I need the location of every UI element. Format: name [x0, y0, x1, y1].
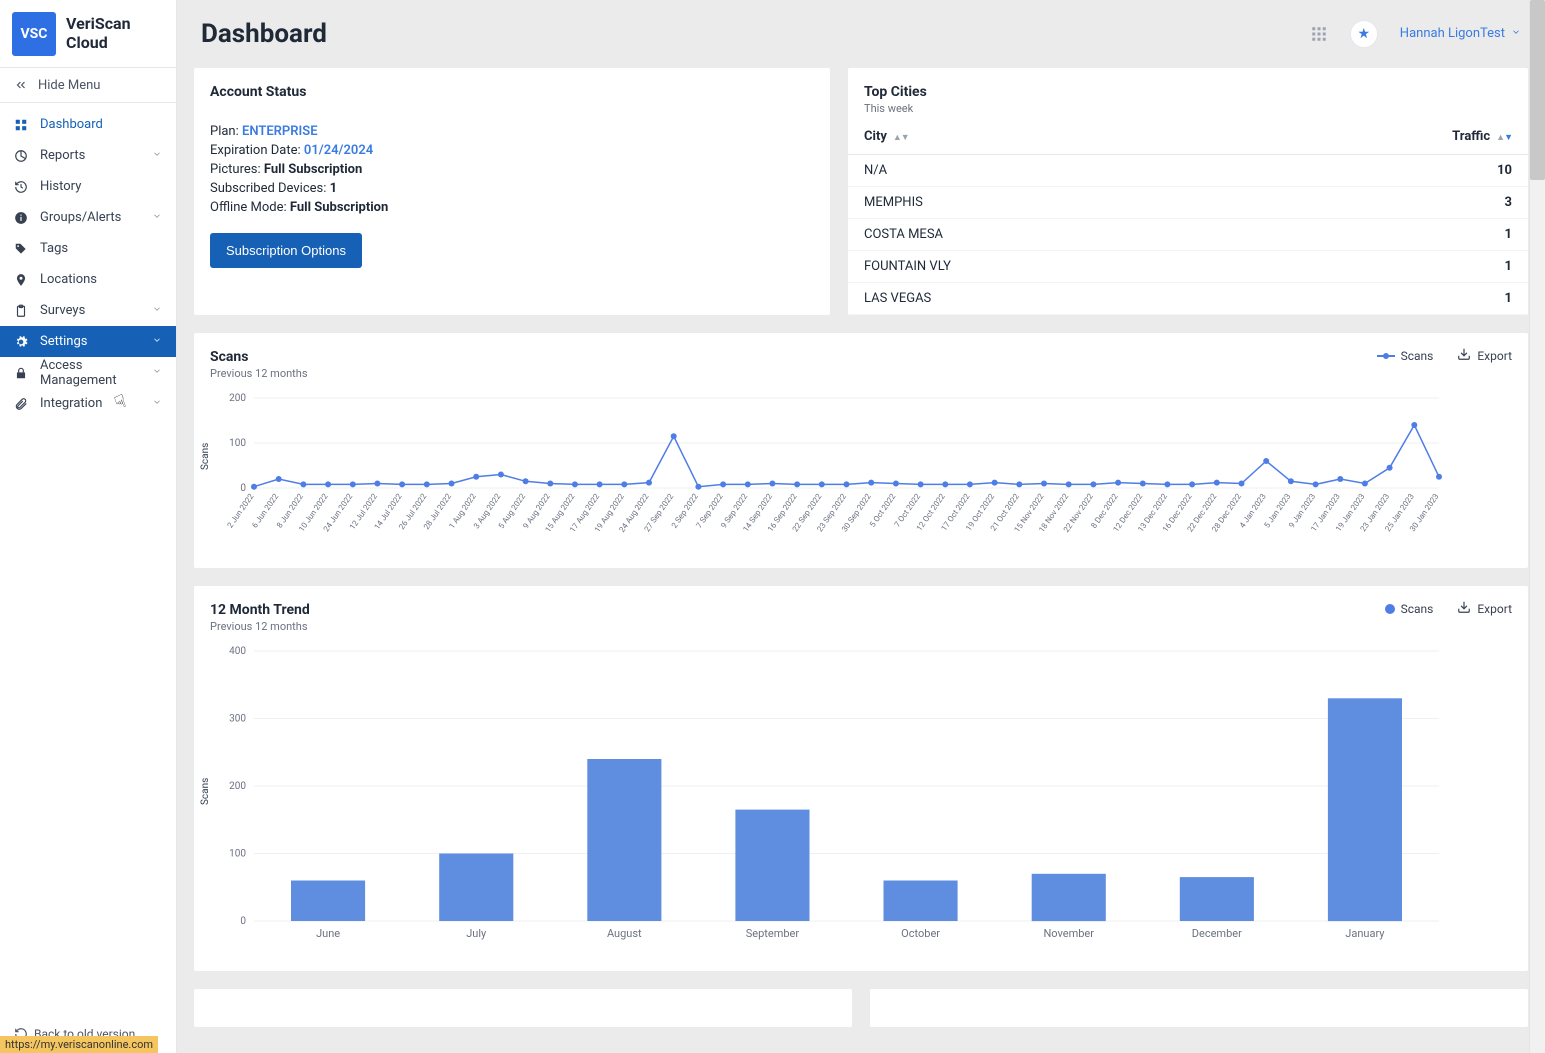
sidebar-item-reports[interactable]: Reports: [0, 140, 176, 171]
sidebar-item-label: History: [40, 179, 81, 194]
sidebar-item-settings[interactable]: Settings: [0, 326, 176, 357]
table-row[interactable]: COSTA MESA1: [848, 219, 1528, 251]
sort-icon: ▲▼: [893, 133, 909, 143]
chevron-down-icon: [152, 303, 162, 318]
plan-value[interactable]: ENTERPRISE: [242, 124, 318, 139]
y-axis-label: Scans: [200, 778, 211, 805]
sidebar-item-tags[interactable]: Tags: [0, 233, 176, 264]
tag-icon: [14, 242, 28, 256]
legend-scans: Scans: [1377, 349, 1434, 363]
y-axis-label: Scans: [200, 443, 211, 470]
chevrons-left-icon: [14, 78, 28, 92]
svg-text:September: September: [746, 927, 800, 940]
logo-badge: VSC: [12, 12, 56, 56]
svg-text:June: June: [316, 927, 340, 940]
status-url: https://my.veriscanonline.com: [0, 1036, 158, 1053]
sidebar-item-locations[interactable]: Locations: [0, 264, 176, 295]
export-button[interactable]: Export: [1457, 600, 1512, 617]
chevron-down-icon: [152, 148, 162, 163]
chevron-down-icon: [152, 334, 162, 349]
star-button[interactable]: ★: [1350, 20, 1378, 48]
sort-icon: ▲▼: [1496, 133, 1512, 143]
sidebar-item-dashboard[interactable]: Dashboard: [0, 109, 176, 140]
top-cities-card: Top Cities This week City▲▼ Traffic▲▼ N/…: [847, 67, 1529, 316]
logo-text: VeriScan Cloud: [66, 15, 131, 52]
svg-text:400: 400: [229, 646, 246, 657]
lock-icon: [14, 366, 28, 380]
sidebar-item-label: Surveys: [40, 303, 85, 318]
page-title: Dashboard: [201, 19, 327, 49]
table-row[interactable]: N/A10: [848, 155, 1528, 187]
svg-text:August: August: [607, 927, 642, 940]
table-row[interactable]: FOUNTAIN VLY1: [848, 251, 1528, 283]
chevron-down-icon: [152, 210, 162, 225]
bottom-card-right: [869, 988, 1529, 1028]
legend-scans: Scans: [1385, 602, 1434, 616]
content: Dashboard ★ Hannah LigonTest Account Sta…: [177, 0, 1545, 1053]
chevron-down-icon: [152, 396, 162, 411]
svg-text:100: 100: [229, 849, 246, 860]
chevron-down-icon: [152, 365, 162, 380]
chevron-down-icon: [1511, 26, 1521, 41]
sidebar: VSC VeriScan Cloud Hide Menu Dashboard Re…: [0, 0, 177, 1053]
sidebar-item-label: Reports: [40, 148, 85, 163]
svg-text:December: December: [1192, 927, 1242, 940]
chart-icon: [14, 149, 28, 163]
svg-text:July: July: [466, 927, 487, 940]
sidebar-item-access-management[interactable]: Access Management: [0, 357, 176, 388]
expiration-value[interactable]: 01/24/2024: [304, 143, 373, 158]
user-menu[interactable]: Hannah LigonTest: [1400, 26, 1521, 41]
bottom-card-left: [193, 988, 853, 1028]
sidebar-item-label: Locations: [40, 272, 97, 287]
trend-chart: 0 100 200 300 400 June July August September Octo…: [214, 641, 1449, 951]
sidebar-item-label: Tags: [40, 241, 68, 256]
svg-text:200: 200: [229, 393, 246, 404]
sidebar-item-integration[interactable]: Integration: [0, 388, 176, 419]
sidebar-item-surveys[interactable]: Surveys: [0, 295, 176, 326]
table-row[interactable]: LAS VEGAS1: [848, 283, 1528, 315]
sidebar-item-label: Settings: [40, 334, 87, 349]
sidebar-item-history[interactable]: History: [0, 171, 176, 202]
sidebar-item-label: Integration: [40, 396, 102, 411]
col-traffic[interactable]: Traffic▲▼: [1232, 119, 1528, 155]
history-icon: [14, 180, 28, 194]
svg-text:200: 200: [229, 781, 246, 792]
svg-text:November: November: [1043, 927, 1094, 940]
info-icon: [14, 211, 28, 225]
svg-text:October: October: [901, 927, 940, 940]
svg-text:100: 100: [229, 438, 246, 449]
table-row[interactable]: MEMPHIS3: [848, 187, 1528, 219]
download-icon: [1457, 347, 1471, 364]
export-button[interactable]: Export: [1457, 347, 1512, 364]
header-bar: Dashboard ★ Hannah LigonTest: [193, 0, 1529, 67]
sidebar-item-groups-alerts[interactable]: Groups/Alerts: [0, 202, 176, 233]
clip-icon: [14, 397, 28, 411]
svg-text:January: January: [1345, 927, 1385, 940]
nav: Dashboard Reports History Groups/Alerts Tags…: [0, 103, 176, 419]
clipboard-icon: [14, 304, 28, 318]
sidebar-item-label: Dashboard: [40, 117, 103, 132]
card-title: Account Status: [210, 84, 814, 100]
svg-text:0: 0: [240, 483, 246, 494]
gear-icon: [14, 335, 28, 349]
pin-icon: [14, 273, 28, 287]
subscription-options-button[interactable]: Subscription Options: [210, 233, 362, 268]
scans-card: Scans Previous 12 months Scans Export Sc…: [193, 332, 1529, 569]
scrollbar[interactable]: [1529, 0, 1545, 1053]
account-status-card: Account Status Plan: ENTERPRISE Expirati…: [193, 67, 831, 316]
scans-chart: 01002002 Jun 20226 Jun 20228 Jun 202210 …: [214, 388, 1449, 548]
col-city[interactable]: City▲▼: [848, 119, 1232, 155]
download-icon: [1457, 600, 1471, 617]
svg-text:0: 0: [240, 916, 246, 927]
trend-card: 12 Month Trend Previous 12 months Scans …: [193, 585, 1529, 972]
grid-icon: [14, 118, 28, 132]
sidebar-item-label: Groups/Alerts: [40, 210, 121, 225]
hide-menu-button[interactable]: Hide Menu: [0, 67, 176, 103]
svg-text:300: 300: [229, 714, 246, 725]
sidebar-item-label: Access Management: [40, 358, 140, 388]
apps-grid-button[interactable]: [1310, 25, 1328, 43]
logo: VSC VeriScan Cloud: [0, 0, 176, 67]
